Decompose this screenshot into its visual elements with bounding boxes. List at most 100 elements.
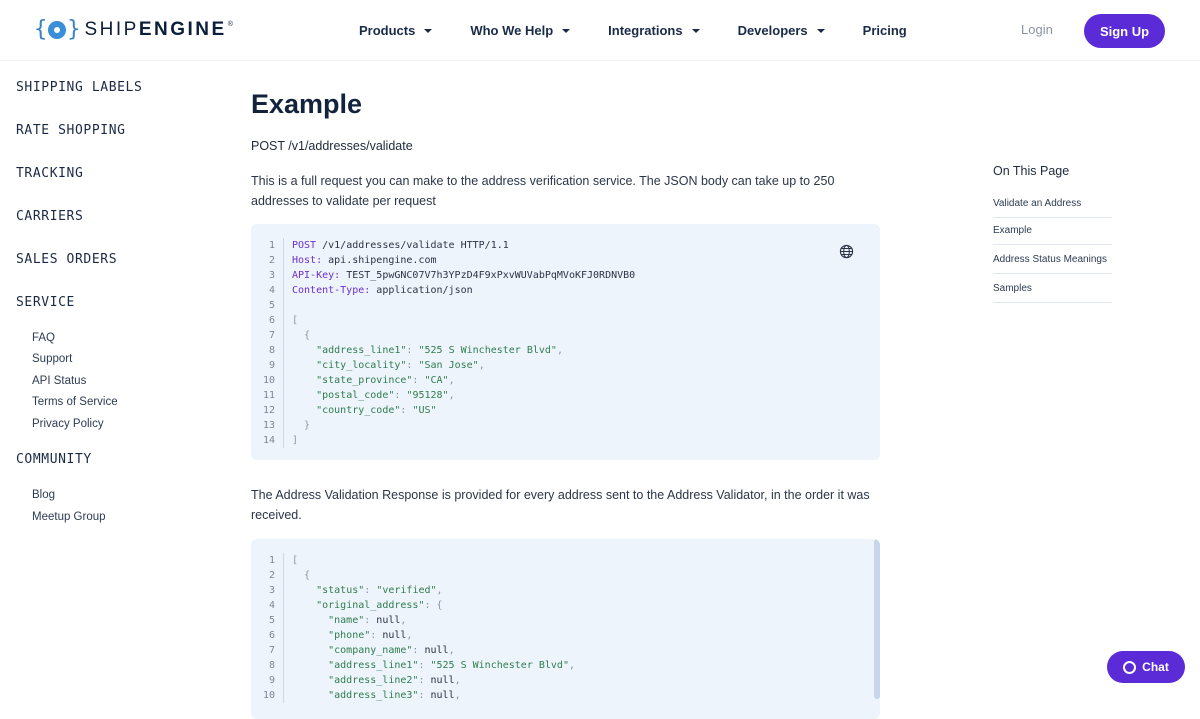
nav-developers[interactable]: Developers [738,23,825,38]
gutter-divider [283,373,284,388]
gutter-divider [283,343,284,358]
line-number: 3 [268,270,275,281]
response-code-line: 1[ [251,553,575,568]
sidebar-link-faq[interactable]: FAQ [32,332,55,344]
response-code-line: 7 "company_name": null, [251,643,575,658]
response-code-line: 9 "address_line2": null, [251,673,575,688]
login-link[interactable]: Login [1021,22,1053,37]
response-code-line: 3 "status": "verified", [251,583,575,598]
code-text: { [304,330,311,341]
logo-text-light: SHIP [84,19,139,40]
response-code-line: 4 "original_address": { [251,598,575,613]
line-number: 8 [268,660,275,671]
sidebar-item-service[interactable]: SERVICE [16,295,75,310]
signup-button[interactable]: Sign Up [1084,14,1165,48]
endpoint-label: POST /v1/addresses/validate [251,139,413,153]
gutter-divider [283,403,284,418]
request-code-line: 13 } [251,418,635,433]
gutter-divider [283,628,284,643]
nav-pricing-label: Pricing [862,23,907,38]
code-text: "address_line3": null, [328,690,461,701]
line-number: 7 [268,330,275,341]
line-number: 12 [262,405,275,416]
chat-bubble-icon [1123,660,1137,674]
caret-down-icon [424,28,433,33]
sidebar-item-community[interactable]: COMMUNITY [16,452,92,467]
line-number: 6 [268,315,275,326]
request-code-line: 8 "address_line1": "525 S Winchester Blv… [251,343,635,358]
page-title: Example [251,89,363,119]
response-code-lines: 1[2 {3 "status": "verified", 4 "original_… [251,553,575,703]
line-number: 8 [268,345,275,356]
line-number: 2 [268,255,275,266]
nav-pricing[interactable]: Pricing [863,23,907,38]
line-number: 9 [268,675,275,686]
response-code-line: 5 "name": null, [251,613,575,628]
code-text: "address_line2": null, [328,675,461,686]
site-header: { } SHIPENGINE ® Products Who We Help In… [0,0,1200,61]
sidebar-link-api-status[interactable]: API Status [32,375,86,387]
sidebar-item-carriers[interactable]: CARRIERS [16,209,83,224]
sidebar-item-shipping-labels[interactable]: SHIPPING LABELS [16,80,142,95]
code-text: API-Key: TEST_5pwGNC07V7h3YPzD4F9xPxvWUV… [292,270,636,281]
toc-item-address-status-meanings[interactable]: Address Status Meanings [993,254,1112,274]
gutter-divider [283,688,284,703]
line-number: 13 [262,420,275,431]
sidebar-item-sales-orders[interactable]: SALES ORDERS [16,252,117,267]
gutter-divider [283,313,284,328]
gutter-divider [283,268,284,283]
gutter-divider [283,253,284,268]
caret-down-icon [691,28,700,33]
shipengine-logo[interactable]: { } SHIPENGINE ® [34,17,233,43]
response-code-line: 6 "phone": null, [251,628,575,643]
sidebar-item-tracking[interactable]: TRACKING [16,166,83,181]
request-code-line: 10 "state_province": "CA", [251,373,635,388]
sidebar-link-meetup[interactable]: Meetup Group [32,511,106,523]
line-number: 11 [262,390,275,401]
request-code-lines: 1 POST /v1/addresses/validate HTTP/1.1 2 Ho… [251,238,635,448]
main-nav: Products Who We Help Integrations Develo… [359,0,945,61]
line-number: 7 [268,645,275,656]
response-intro-paragraph: The Address Validation Response is provi… [251,488,870,522]
nav-products[interactable]: Products [359,23,433,38]
sidebar-link-privacy[interactable]: Privacy Policy [32,418,104,430]
nav-integrations-label: Integrations [608,23,683,38]
nav-integrations[interactable]: Integrations [608,23,700,38]
gutter-divider [283,358,284,373]
gutter-divider [283,418,284,433]
toc-item-samples[interactable]: Samples [993,283,1112,303]
code-text: POST /v1/addresses/validate HTTP/1.1 [292,240,509,251]
sidebar-link-support[interactable]: Support [32,353,72,365]
request-code-line: 11 "postal_code": "95128", [251,388,635,403]
code-text: "original_address": { [316,600,443,611]
code-text: "address_line1": "525 S Winchester Blvd"… [316,345,563,356]
sidebar-link-terms[interactable]: Terms of Service [32,396,118,408]
gutter-divider [283,328,284,343]
toc-item-validate-address[interactable]: Validate an Address [993,198,1112,218]
gutter-divider [283,433,284,448]
nav-who-we-help[interactable]: Who We Help [470,23,571,38]
toc-item-example[interactable]: Example [993,225,1112,245]
request-code-line: 4 Content-Type: application/json [251,283,635,298]
request-code-line: 7 { [251,328,635,343]
logo-wordmark: SHIPENGINE [85,17,227,43]
code-text: "address_line1": "525 S Winchester Blvd"… [328,660,576,671]
code-text: "company_name": null, [328,645,455,656]
globe-icon[interactable] [839,244,854,259]
line-number: 10 [262,375,275,386]
gutter-divider [283,238,284,253]
code-scrollbar[interactable] [874,539,880,699]
code-text: [ [292,555,299,566]
gutter-divider [283,568,284,583]
sidebar-item-rate-shopping[interactable]: RATE SHOPPING [16,123,126,138]
request-code-block[interactable]: 1 POST /v1/addresses/validate HTTP/1.1 2 Ho… [251,224,880,460]
code-text: "status": "verified", [316,585,443,596]
line-number: 10 [262,690,275,701]
sidebar-link-blog[interactable]: Blog [32,489,55,501]
gear-icon [48,21,67,39]
code-text: "state_province": "CA", [316,375,455,386]
gutter-divider [283,583,284,598]
toc-title: On This Page [993,164,1070,178]
chat-button[interactable]: Chat [1107,651,1185,683]
response-code-block[interactable]: 1[2 {3 "status": "verified", 4 "original_… [251,539,880,719]
